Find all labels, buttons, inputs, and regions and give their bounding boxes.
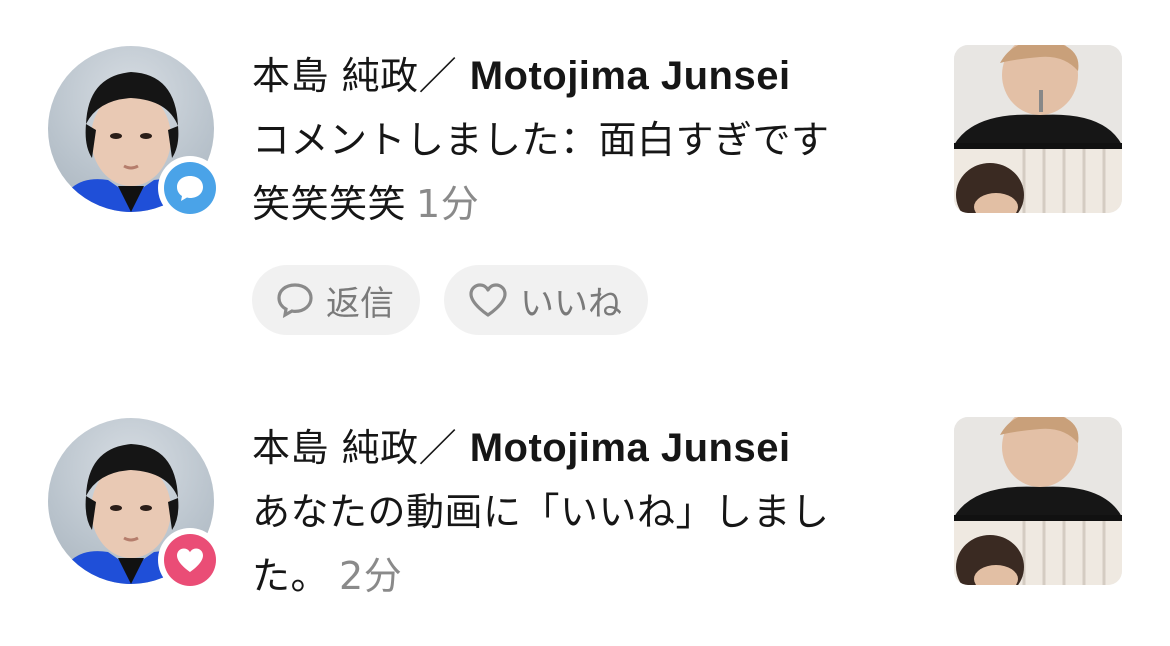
like-button[interactable]: いいね [444,265,648,335]
user-name[interactable]: 本島 純政／ Motojima Junsei [252,44,902,108]
comment-bubble-icon [177,176,203,201]
heart-icon [177,548,203,572]
timestamp: 2分 [339,554,403,598]
notification-message: コメントしました：面白すぎです [252,118,830,162]
video-thumbnail[interactable] [954,417,1122,585]
video-thumbnail-image [954,45,1122,213]
comment-badge [158,156,222,220]
user-name[interactable]: 本島 純政／ Motojima Junsei [252,416,902,480]
reply-bubble-icon [277,283,313,318]
timestamp: 1分 [416,182,480,226]
heart-outline-icon [469,283,507,317]
notification-message-continued: た。 2分 [252,554,403,598]
video-thumbnail[interactable] [954,45,1122,213]
video-thumbnail-image [954,417,1122,585]
like-badge [158,528,222,592]
notification-message: あなたの動画に「いいね」しまし [252,490,830,534]
notification-message-continued: 笑笑笑笑 1分 [252,182,480,226]
reply-button[interactable]: 返信 [252,265,420,335]
